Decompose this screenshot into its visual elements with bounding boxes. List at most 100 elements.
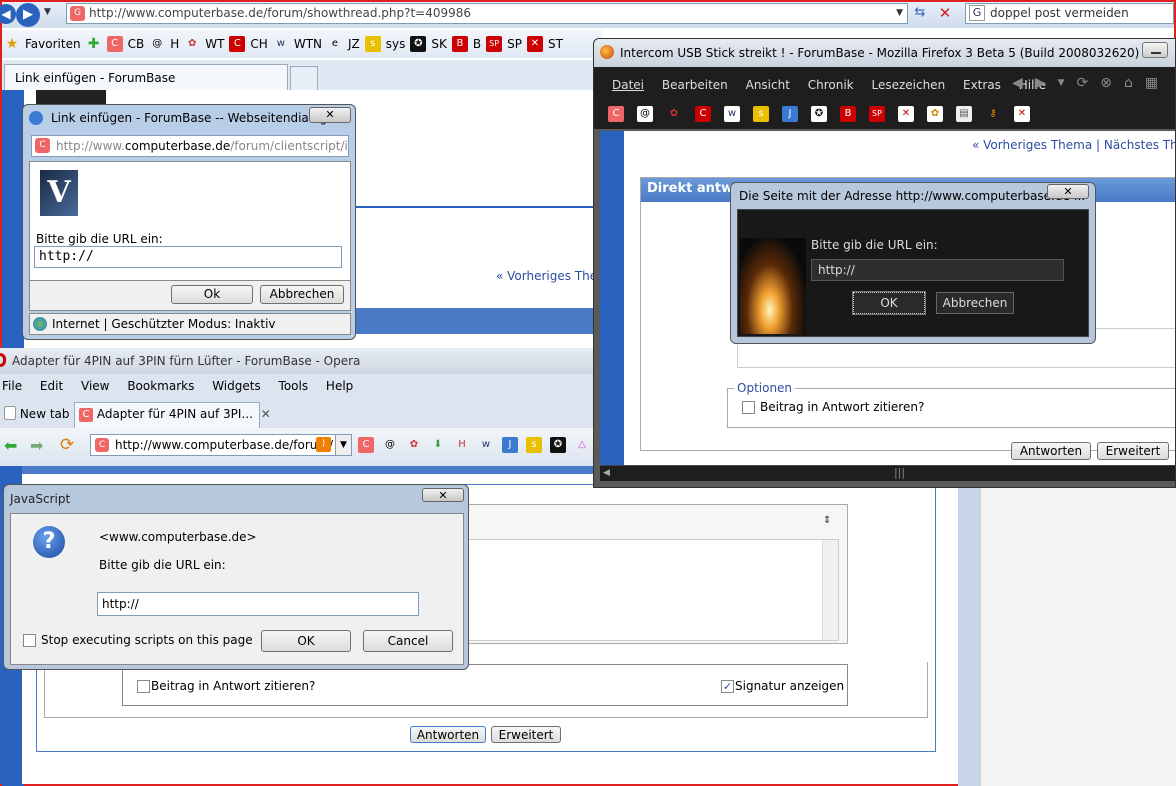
firefox-thread-nav[interactable]: « Vorheriges Thema | Nächstes The [972,138,1175,152]
opera-reload-icon[interactable]: ⟳ [60,435,74,455]
firefox-stop-icon[interactable]: ⊗ [1100,75,1112,91]
firefox-h-scrollbar[interactable]: ◀ ||| [600,465,1175,481]
ff-dialog-url-input[interactable]: http:// [811,259,1064,281]
firefox-menu-item[interactable]: Ansicht [746,78,790,92]
ie-scrollbar[interactable] [980,488,1176,786]
scroll-grip-icon[interactable]: ||| [894,466,905,479]
opera-menu-item[interactable]: File [2,379,22,393]
cb-bookmark-icon[interactable]: C [608,106,624,122]
ch-bookmark-icon[interactable]: C [695,106,711,122]
ff-dialog-ok-button[interactable]: OK [852,291,926,315]
opera-menu-item[interactable]: Help [326,379,353,393]
fav-link[interactable]: WTN [294,37,322,51]
advanced-button[interactable]: Erweitert [491,726,561,743]
firefox-menu-item[interactable]: Chronik [808,78,854,92]
opera-menu-item[interactable]: Tools [279,379,309,393]
firefox-back-icon[interactable]: ◀ [1012,75,1023,91]
opera-tab-new[interactable]: New tab [0,402,70,426]
sys-bookmark-icon[interactable]: s [753,106,769,122]
firefox-home-icon[interactable]: ⌂ [1124,75,1133,91]
firefox-menu-item[interactable]: Lesezeichen [871,78,945,92]
stop-icon[interactable]: ✕ [936,4,954,22]
js-dialog-close-button[interactable]: ✕ [422,488,464,502]
fav-link[interactable]: WT [205,37,224,51]
fav-link[interactable]: B [473,37,481,51]
firefox-history-chevron-icon[interactable]: ▼ [1058,78,1065,88]
recent-pages-chevron-icon[interactable]: ▼ [44,7,51,17]
ie-dialog-close-button[interactable]: ✕ [309,107,351,123]
sp-bookmark-icon[interactable]: SP [869,106,885,122]
js-dialog-url-input[interactable]: http:// [97,592,419,616]
opera-textarea[interactable] [467,539,839,641]
ie-new-tab[interactable] [290,66,318,90]
opera-forward-icon[interactable]: ➡ [30,436,43,455]
firefox-reply-button[interactable]: Antworten [1011,442,1091,460]
fav-link[interactable]: H [170,37,179,51]
scroll-left-icon[interactable]: ◀ [603,468,610,478]
triangle-bookmark-icon[interactable]: △ [574,437,590,453]
h-bookmark-icon[interactable]: H [454,437,470,453]
fav-link[interactable]: SP [507,37,522,51]
favorites-label[interactable]: Favoriten [25,37,81,51]
jz-bookmark-icon[interactable]: J [782,106,798,122]
reply-button[interactable]: Antworten [410,726,486,743]
ie-address-input[interactable]: G http://www.computerbase.de/forum/showt… [66,3,908,24]
wtn-bookmark-icon[interactable]: w [724,106,740,122]
sk-bookmark-icon[interactable]: ✪ [811,106,827,122]
firefox-reload-icon[interactable]: ⟳ [1076,75,1088,91]
opera-menu-item[interactable]: Bookmarks [127,379,194,393]
fav-link[interactable]: SK [431,37,447,51]
ie-dialog-url-input[interactable]: http:// [34,246,342,268]
textarea-scrollbar[interactable] [822,540,838,640]
opera-address-input[interactable]: C http://www.computerbase.de/forum/ ) ▼ [90,434,352,456]
ie-dialog-ok-button[interactable]: Ok [171,285,253,304]
rss-icon[interactable]: ) [316,437,331,452]
opera-menu-item[interactable]: View [81,379,109,393]
address-dropdown-icon[interactable]: ▼ [896,4,903,23]
ie-prev-thread-link[interactable]: « Vorheriges The [496,269,597,283]
sk-bookmark-icon[interactable]: ✪ [550,437,566,453]
page-bookmark-icon[interactable]: ▤ [956,106,972,122]
jz-bookmark-icon[interactable]: J [502,437,518,453]
editor-resize-icon[interactable]: ⇕ [823,515,831,526]
quote-checkbox[interactable] [137,680,150,693]
forward-icon[interactable]: ▶ [16,3,40,27]
ie-dialog-cancel-button[interactable]: Abbrechen [260,285,344,304]
wtn-bookmark-icon[interactable]: w [478,437,494,453]
fav-link[interactable]: ST [548,37,563,51]
fav-link[interactable]: CH [250,37,267,51]
fav-link[interactable]: JZ [348,37,360,51]
opera-menu-item[interactable]: Widgets [212,379,261,393]
stop-scripts-checkbox[interactable] [23,634,36,647]
refresh-icon[interactable]: ⇆ [910,5,930,23]
firefox-quote-checkbox[interactable] [742,401,755,414]
firefox-forward-icon[interactable]: ▶ [1035,75,1046,91]
back-icon[interactable]: ◀ [0,4,16,24]
opera-tab-close-icon[interactable]: ✕ [261,407,271,421]
ff-dialog-close-button[interactable]: ✕ [1047,184,1089,199]
opera-tab-active[interactable]: C Adapter für 4PIN auf 3PI... ✕ [74,402,271,428]
opera-back-icon[interactable]: ⬅ [4,436,17,455]
cb-bookmark-icon[interactable]: C [358,437,374,453]
firefox-menu-item[interactable]: Bearbeiten [662,78,728,92]
wt-bookmark-icon[interactable]: ✿ [406,437,422,453]
at-bookmark-icon[interactable]: @ [637,106,653,122]
key-bookmark-icon[interactable]: ⚷ [985,106,1001,122]
ff-dialog-cancel-button[interactable]: Abbrechen [936,292,1014,314]
b-bookmark-icon[interactable]: B [840,106,856,122]
x-bookmark-icon[interactable]: ✕ [1014,106,1030,122]
firefox-grid-icon[interactable]: ▦ [1145,75,1158,91]
opera-menu-item[interactable]: Edit [40,379,63,393]
firefox-advanced-button[interactable]: Erweitert [1097,442,1169,460]
minimize-button[interactable] [1142,42,1168,58]
wt-bookmark-icon[interactable]: ✿ [666,106,682,122]
ie-search-input[interactable]: G doppel post vermeiden [965,3,1174,24]
sys-bookmark-icon[interactable]: s [526,437,542,453]
st-bookmark-icon[interactable]: ✕ [898,106,914,122]
at-bookmark-icon[interactable]: @ [382,437,398,453]
fav-link[interactable]: CB [128,37,145,51]
firefox-menu-item[interactable]: Extras [963,78,1001,92]
js-dialog-cancel-button[interactable]: Cancel [363,630,453,652]
ie-tab[interactable]: Link einfügen - ForumBase [4,64,288,90]
firefox-menu-item[interactable]: Datei [612,78,644,92]
